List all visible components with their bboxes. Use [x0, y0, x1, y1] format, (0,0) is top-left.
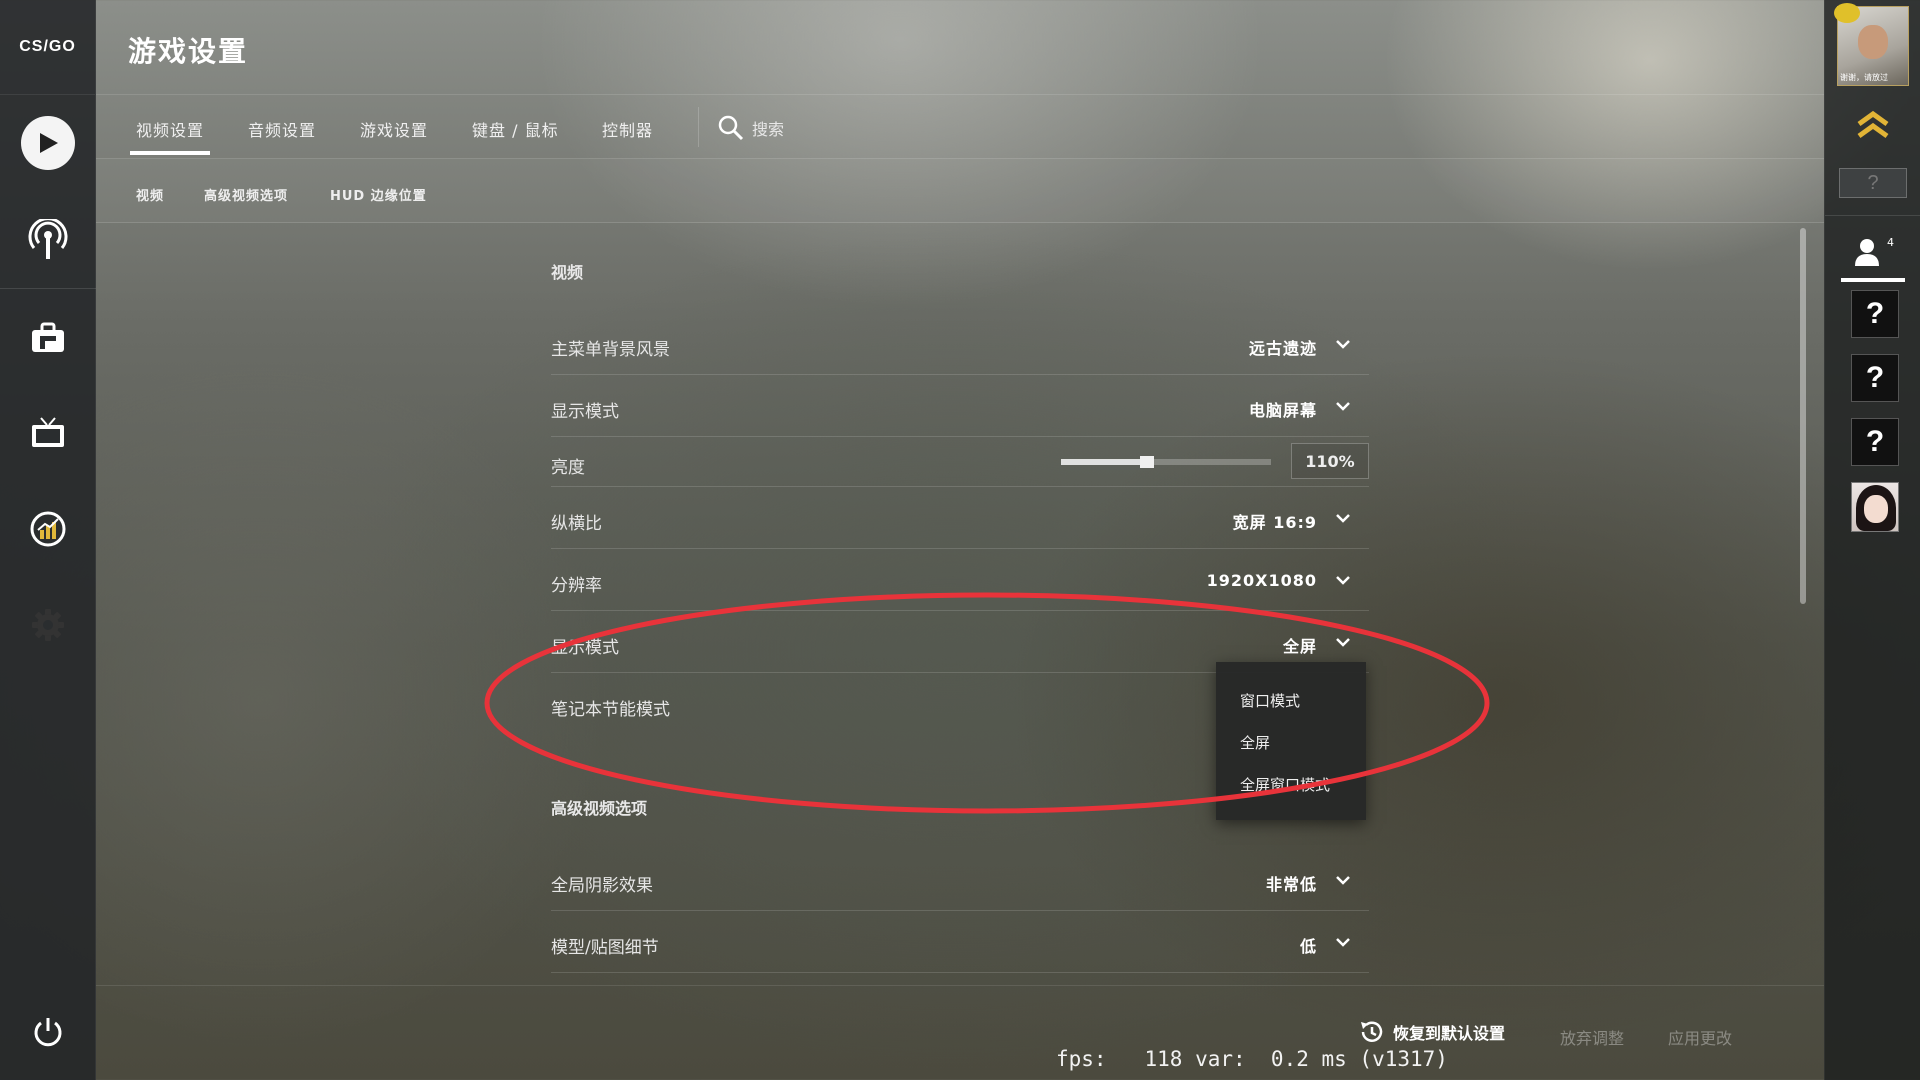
- chevron-down-icon: [1336, 876, 1350, 885]
- power-button[interactable]: [0, 997, 96, 1067]
- setting-row-aspect-ratio[interactable]: 纵横比 宽屏 16:9: [551, 487, 1369, 549]
- stats-icon: [30, 511, 66, 547]
- slider-fill: [1061, 459, 1148, 465]
- profile-avatar[interactable]: 谢谢，请放过: [1834, 3, 1909, 86]
- setting-label: 分辨率: [551, 576, 602, 596]
- friend-avatar[interactable]: ?: [1851, 354, 1899, 402]
- friends-tab[interactable]: 4: [1839, 232, 1905, 282]
- subtab-video[interactable]: 视频: [136, 185, 164, 204]
- setting-label: 显示模式: [551, 402, 619, 422]
- power-icon: [34, 1018, 62, 1047]
- section-title-video: 视频: [551, 263, 584, 282]
- setting-label: 全局阴影效果: [551, 876, 653, 896]
- watch-icon: [32, 417, 64, 447]
- rank-chevron-icon[interactable]: [1855, 110, 1891, 140]
- right-sidebar: 谢谢，请放过 ? 4 ? ? ?: [1824, 0, 1920, 1080]
- search-label: 搜索: [752, 120, 785, 139]
- settings-tabs: 视频设置 音频设置 游戏设置 键盘 / 鼠标 控制器 搜索: [96, 95, 1824, 159]
- chevron-down-icon: [1336, 576, 1350, 585]
- apply-button[interactable]: 应用更改: [1668, 1025, 1732, 1049]
- chevron-down-icon: [1336, 402, 1350, 411]
- settings-button[interactable]: [0, 590, 96, 660]
- friends-icon: [1855, 239, 1879, 266]
- gear-icon: [32, 609, 64, 641]
- reset-defaults-label: 恢复到默认设置: [1393, 1024, 1506, 1043]
- footer-divider: [96, 985, 1824, 986]
- left-sidebar: CS/GO: [0, 0, 96, 1080]
- friends-tab-underline: [1841, 278, 1905, 282]
- discard-button[interactable]: 放弃调整: [1560, 1025, 1624, 1049]
- inventory-button[interactable]: [0, 303, 96, 373]
- setting-row-model-texture[interactable]: 模型/贴图细节 低: [551, 911, 1369, 973]
- play-button[interactable]: [0, 108, 96, 178]
- brightness-value-input[interactable]: 110%: [1291, 443, 1369, 479]
- chevron-down-icon: [1336, 638, 1350, 647]
- tab-video[interactable]: 视频设置: [130, 117, 211, 155]
- dropdown-option-fullscreen-windowed[interactable]: 全屏窗口模式: [1240, 774, 1330, 795]
- setting-row-color-mode[interactable]: 显示模式 电脑屏幕: [551, 375, 1369, 437]
- scrollbar[interactable]: [1800, 228, 1806, 604]
- csgo-logo: CS/GO: [0, 0, 95, 95]
- setting-label: 显示模式: [551, 638, 619, 658]
- setting-row-resolution[interactable]: 分辨率 1920X1080: [551, 549, 1369, 611]
- reset-defaults-button[interactable]: 恢复到默认设置: [1357, 1018, 1505, 1046]
- avatar-caption: 谢谢，请放过: [1840, 73, 1888, 82]
- friend-avatar-anime[interactable]: [1851, 482, 1899, 532]
- stats-button[interactable]: [0, 494, 96, 564]
- settings-subtabs: 视频 高级视频选项 HUD 边缘位置: [96, 159, 1824, 223]
- profile-badge-icon: [1834, 3, 1860, 23]
- restore-icon: [1361, 1021, 1383, 1042]
- display-mode-dropdown: 窗口模式 全屏 全屏窗口模式: [1216, 662, 1366, 820]
- slider-handle[interactable]: [1140, 456, 1155, 468]
- tab-game[interactable]: 游戏设置: [354, 117, 434, 155]
- header-bar: 游戏设置: [96, 0, 1824, 95]
- section-title-advanced: 高级视频选项: [551, 799, 648, 818]
- chevron-down-icon: [1336, 514, 1350, 523]
- setting-row-menu-background[interactable]: 主菜单背景风景 远古遗迹: [551, 313, 1369, 375]
- setting-label: 纵横比: [551, 514, 602, 534]
- setting-value: 1920X1080: [1206, 571, 1317, 590]
- setting-value: 非常低: [1265, 875, 1317, 894]
- tab-divider: [698, 107, 699, 147]
- setting-value: 低: [1299, 937, 1317, 956]
- setting-row-global-shadow[interactable]: 全局阴影效果 非常低: [551, 849, 1369, 911]
- friend-avatar[interactable]: ?: [1851, 290, 1899, 338]
- setting-value: 全屏: [1282, 637, 1317, 656]
- rank-badge[interactable]: ?: [1839, 168, 1907, 198]
- setting-value: 宽屏 16:9: [1232, 513, 1317, 532]
- subtab-advanced-video[interactable]: 高级视频选项: [204, 185, 288, 204]
- setting-label: 笔记本节能模式: [551, 700, 670, 720]
- chevron-down-icon: [1336, 340, 1350, 349]
- setting-label: 亮度: [551, 458, 585, 478]
- search-button[interactable]: 搜索: [718, 115, 784, 141]
- inventory-icon: [32, 322, 64, 352]
- tab-audio[interactable]: 音频设置: [242, 117, 322, 155]
- dropdown-option-fullscreen[interactable]: 全屏: [1240, 732, 1270, 753]
- search-icon: [718, 115, 744, 141]
- avatar-face: [1864, 495, 1888, 523]
- subtab-hud-edge[interactable]: HUD 边缘位置: [330, 185, 427, 204]
- setting-row-brightness: 亮度 110%: [551, 437, 1369, 487]
- friends-count: 4: [1887, 236, 1894, 249]
- setting-label: 模型/贴图细节: [551, 938, 659, 958]
- chevron-down-icon: [1336, 938, 1350, 947]
- friend-avatar[interactable]: ?: [1851, 418, 1899, 466]
- setting-value: 远古遗迹: [1248, 339, 1317, 358]
- setting-label: 主菜单背景风景: [551, 340, 670, 360]
- tab-controller[interactable]: 控制器: [596, 117, 659, 155]
- page-title: 游戏设置: [128, 35, 249, 68]
- broadcast-button[interactable]: [0, 205, 96, 275]
- brightness-slider[interactable]: [1061, 456, 1271, 468]
- broadcast-icon: [28, 219, 68, 259]
- fps-counter: fps: 118 var: 0.2 ms (v1317): [1056, 1047, 1448, 1071]
- avatar-face: [1858, 25, 1888, 59]
- tab-keyboard-mouse[interactable]: 键盘 / 鼠标: [466, 117, 565, 155]
- play-icon: [21, 116, 75, 170]
- watch-button[interactable]: [0, 398, 96, 468]
- dropdown-option-windowed[interactable]: 窗口模式: [1240, 690, 1300, 711]
- setting-value: 电脑屏幕: [1248, 401, 1317, 420]
- right-divider: [1825, 215, 1920, 216]
